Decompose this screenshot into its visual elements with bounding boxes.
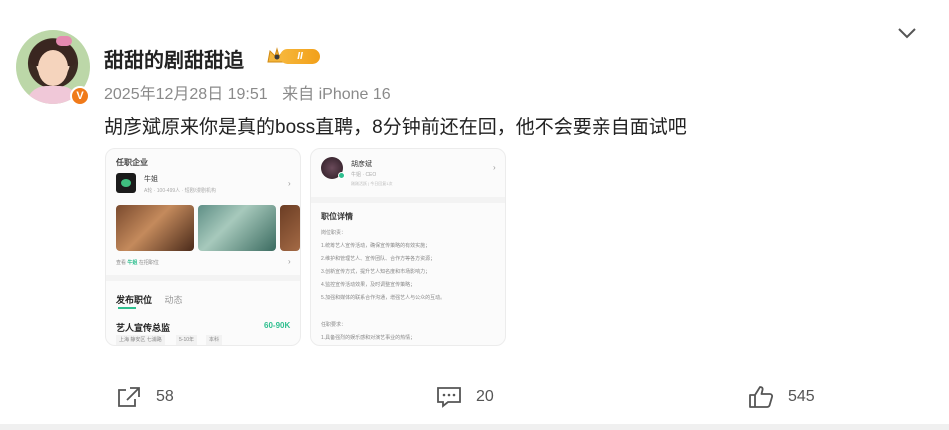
recruiter-activity: 刚刚活跃 | 今日回复1次 — [351, 181, 393, 186]
divider — [106, 275, 300, 281]
job-tag: 5-10年 — [176, 335, 198, 345]
company-location: 查看 牛姐 在招职位 — [116, 260, 159, 266]
company-section-title: 任职企业 — [116, 158, 148, 167]
job-detail-line: 2.维护和管理艺人、宣传团队、合作方等各方资源； — [321, 256, 436, 262]
chevron-down-icon[interactable] — [896, 26, 918, 40]
job-tabs: 发布职位 动态 — [116, 293, 183, 306]
job-detail-line: 岗位职责： — [321, 230, 347, 236]
chevron-right-icon: › — [493, 163, 496, 172]
share-icon — [118, 387, 140, 407]
post-text: 胡彦斌原来你是真的boss直聘，8分钟前还在回，他不会要亲自面试吧 — [104, 117, 687, 138]
share-count: 58 — [156, 388, 174, 405]
share-button[interactable]: 58 — [116, 384, 174, 410]
job-detail-title: 职位详情 — [321, 212, 353, 221]
chevron-right-icon: › — [288, 179, 291, 188]
chevron-right-icon: › — [288, 257, 291, 266]
job-title: 艺人宣传总监 — [116, 323, 171, 333]
company-photo — [198, 205, 276, 251]
post-date[interactable]: 2025年12月28日 19:51 — [104, 86, 268, 103]
comment-icon — [437, 387, 461, 408]
comment-count: 20 — [476, 388, 494, 405]
job-detail-line: 任职要求： — [321, 322, 347, 328]
job-detail-line: 4.监控宣传活动效果，及时调整宣传策略； — [321, 282, 416, 288]
username[interactable]: 甜甜的剧甜甜追 — [104, 44, 244, 73]
recruiter-title: 牛姐 · CEO — [351, 172, 377, 178]
recruiter-name: 胡彦斌 — [351, 161, 372, 168]
like-button[interactable]: 545 — [748, 384, 815, 410]
post-source: 来自 iPhone 16 — [282, 86, 391, 103]
post-image-company[interactable]: 任职企业 牛姐 A轮 · 100-499人 · 短剧/漫剧机构 › 查看 牛姐 … — [105, 148, 301, 346]
avatar-bow — [56, 36, 72, 46]
like-count: 545 — [788, 388, 815, 405]
post-image-job[interactable]: 胡彦斌 牛姐 · CEO 刚刚活跃 | 今日回复1次 › 职位详情 岗位职责： … — [310, 148, 506, 346]
level-badge[interactable]: II — [266, 46, 322, 66]
job-salary: 60-90K — [264, 321, 291, 330]
post-meta: 2025年12月28日 19:51 来自 iPhone 16 — [104, 80, 401, 104]
avatar-face — [38, 50, 68, 86]
verified-badge: V — [70, 86, 90, 106]
level-number: II — [280, 49, 320, 64]
divider — [311, 197, 505, 203]
company-name: 牛姐 — [144, 176, 158, 183]
job-tag: 本科 — [206, 335, 223, 345]
company-photo — [116, 205, 194, 251]
job-tag: 上海 静安区 七浦路 — [116, 335, 165, 345]
company-logo — [116, 173, 136, 193]
job-detail-line: 3.创新宣传方式，提升艺人知名度和市场影响力； — [321, 269, 431, 275]
comment-button[interactable]: 20 — [436, 384, 494, 410]
bottom-divider — [0, 424, 949, 430]
job-detail-line: 1.具备强烈的娱乐感和对演艺事业的热情； — [321, 335, 416, 341]
job-detail-line: 5.加强和媒体的联系合作沟通，增强艺人与公众的互动。 — [321, 295, 446, 301]
online-dot — [338, 172, 345, 179]
company-photo — [280, 205, 300, 251]
tab-jobs: 发布职位 — [116, 295, 153, 305]
tab-feed: 动态 — [164, 295, 183, 305]
company-sub: A轮 · 100-499人 · 短剧/漫剧机构 — [144, 188, 216, 194]
job-detail-line: 1.统筹艺人宣传活动，确保宣传策略的有效实施； — [321, 243, 431, 249]
like-icon — [749, 386, 774, 408]
tab-indicator — [118, 307, 136, 309]
